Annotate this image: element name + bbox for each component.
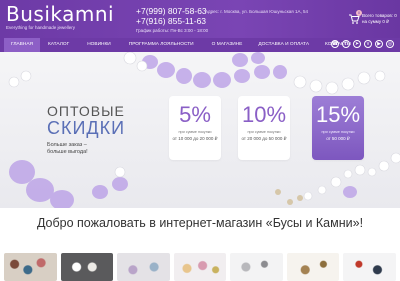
social-links: ☎ ✆ ➤ v ▶ ◎ <box>331 40 394 48</box>
discount-card-5: 5% при сумме покупки от 10 000 до 20 000… <box>169 96 221 160</box>
cart-line-2: на сумму 0 ₽ <box>362 19 390 24</box>
logo[interactable]: Busikamni Everything for handmade jewell… <box>6 2 115 30</box>
nav-item-loyalty[interactable]: Программа лояльности <box>125 38 198 52</box>
discount-range: от 20 000 до 50 000 ₽ <box>241 136 287 141</box>
youtube-icon[interactable]: ▶ <box>375 40 383 48</box>
hero-title-accent: скидки <box>47 118 126 138</box>
discount-condition: при сумме покупки <box>247 130 281 134</box>
nav-item-catalog[interactable]: Каталог <box>44 38 73 52</box>
phone-2[interactable]: +7(916) 855-11-63 <box>136 16 208 26</box>
category-thumb-crystal-beads[interactable] <box>173 253 227 281</box>
category-thumb-pearl-beads[interactable] <box>60 253 114 281</box>
vk-icon[interactable]: v <box>364 40 372 48</box>
discount-range: от 50 000 ₽ <box>326 136 350 141</box>
viber-icon[interactable]: ☎ <box>331 40 339 48</box>
phone-1[interactable]: +7(999) 807-58-63 <box>136 6 208 16</box>
phones-block: +7(999) 807-58-63 +7(916) 855-11-63 Граф… <box>136 6 208 33</box>
nav-item-new[interactable]: Новинки <box>83 38 115 52</box>
address: Адрес: г. Москва, ул. Большая Юшуньская … <box>205 9 308 14</box>
logo-text: Busikamni <box>6 2 115 26</box>
hero-subtitle-line-2: больше выгода! <box>47 149 88 155</box>
telegram-icon[interactable]: ➤ <box>353 40 361 48</box>
working-hours: График работы: Пн-Вс 3:00 - 18:00 <box>136 28 209 33</box>
category-thumb-charms[interactable] <box>286 253 340 281</box>
discount-condition: при сумме покупки <box>178 130 212 134</box>
cart-summary[interactable]: Всего товаров: 0 на сумму 0 ₽ <box>362 13 397 25</box>
category-thumb-findings[interactable] <box>230 253 283 281</box>
whatsapp-icon[interactable]: ✆ <box>342 40 350 48</box>
hero-subtitle: Больше заказ – больше выгода! <box>47 142 88 156</box>
nav-item-home[interactable]: Главная <box>4 38 41 52</box>
discount-percent: 10% <box>241 102 287 127</box>
discount-card-15: 15% при сумме покупки от 50 000 ₽ <box>312 96 364 160</box>
category-thumbnails <box>0 253 400 281</box>
discount-percent: 5% <box>179 102 211 127</box>
nav-item-delivery[interactable]: Доставка и оплата <box>254 38 313 52</box>
nav-item-about[interactable]: О магазине <box>208 38 247 52</box>
instagram-icon[interactable]: ◎ <box>386 40 394 48</box>
welcome-heading: Добро пожаловать в интернет-магазин «Бус… <box>36 216 364 230</box>
page-root: Busikamni Everything for handmade jewell… <box>0 0 400 281</box>
hero-title: Оптовые <box>47 103 125 119</box>
category-thumb-gemstone-beads[interactable] <box>4 253 57 281</box>
hero-banner[interactable]: Оптовые скидки Больше заказ – больше выг… <box>0 52 400 208</box>
header: Busikamni Everything for handmade jewell… <box>0 0 400 38</box>
discount-range: от 10 000 до 20 000 ₽ <box>172 136 218 141</box>
discount-percent: 15% <box>315 102 361 127</box>
category-thumb-glass-beads[interactable] <box>117 253 170 281</box>
hero-subtitle-line-1: Больше заказ – <box>47 142 87 148</box>
discount-condition: при сумме покупки <box>321 130 355 134</box>
discount-card-10: 10% при сумме покупки от 20 000 до 50 00… <box>238 96 290 160</box>
category-thumb-tools[interactable] <box>343 253 397 281</box>
